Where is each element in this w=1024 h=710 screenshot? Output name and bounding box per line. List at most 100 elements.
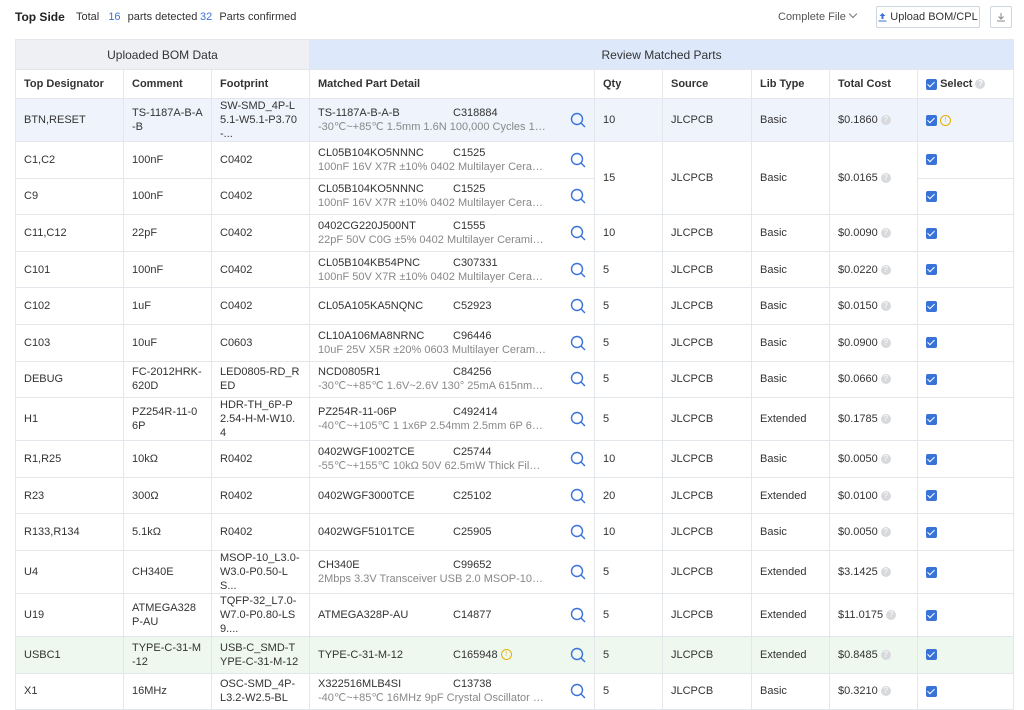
table-row: USBC1 TYPE-C-31-M-12 USB-C_SMD-TYPE-C-31-M… bbox=[15, 635, 1015, 674]
source-cell: JLCPCB bbox=[662, 360, 752, 399]
search-icon[interactable] bbox=[570, 524, 586, 540]
source-cell: JLCPCB bbox=[662, 98, 752, 142]
row-checkbox[interactable] bbox=[926, 373, 937, 385]
search-icon[interactable] bbox=[570, 647, 586, 663]
row-checkbox[interactable] bbox=[926, 685, 937, 697]
source-cell: JLCPCB bbox=[662, 549, 752, 594]
lcsc-code: C318884 bbox=[453, 107, 498, 119]
search-icon[interactable] bbox=[570, 411, 586, 427]
select-all-checkbox[interactable] bbox=[926, 78, 937, 90]
libtype-cell: Extended bbox=[751, 397, 830, 442]
libtype-cell: Basic bbox=[751, 214, 830, 252]
matched-part-cell: ATMEGA328P-AU C14877 bbox=[309, 592, 595, 637]
row-checkbox[interactable] bbox=[926, 190, 937, 202]
cost-value: $0.0660 bbox=[838, 373, 878, 386]
row-checkbox[interactable] bbox=[926, 649, 937, 661]
select-cell bbox=[916, 549, 1015, 594]
search-icon[interactable] bbox=[570, 112, 586, 128]
col-select: Select? bbox=[916, 69, 1015, 99]
comment-cell: 300Ω bbox=[123, 476, 212, 515]
matched-part-cell: CL05B104KO5NNNC C1525 100nF 16V X7R ±10% 0… bbox=[309, 141, 595, 179]
cost-value: $3.1425 bbox=[838, 565, 878, 578]
part-number: CL05B104KO5NNNC bbox=[318, 146, 424, 159]
search-icon[interactable] bbox=[570, 335, 586, 351]
libtype-cell: Basic bbox=[751, 140, 830, 216]
footprint-cell: TQFP-32_L7.0-W7.0-P0.80-LS9.... bbox=[211, 592, 310, 637]
part-number: CL05B104KO5NNNC bbox=[318, 183, 424, 196]
part-description: -30℃~+85℃ 1.5mm 1.6N 100,000 Cycles 12V … bbox=[318, 121, 546, 133]
part-number: CL10A106MA8NRNC bbox=[318, 329, 425, 342]
select-cell bbox=[916, 141, 1015, 179]
part-number: 0402WGF3000TCE bbox=[318, 489, 415, 502]
comment-cell: 1uF bbox=[123, 287, 212, 325]
search-icon[interactable] bbox=[570, 371, 586, 387]
lcsc-code: C25905 bbox=[453, 526, 492, 539]
search-icon[interactable] bbox=[570, 451, 586, 467]
search-icon[interactable] bbox=[570, 152, 586, 168]
search-icon[interactable] bbox=[570, 298, 586, 314]
cost-cell: $11.0175? bbox=[829, 592, 918, 637]
row-checkbox[interactable] bbox=[926, 453, 937, 465]
upload-label: Upload BOM/CPL bbox=[890, 11, 978, 23]
download-button[interactable] bbox=[990, 6, 1012, 28]
source-cell: JLCPCB bbox=[662, 140, 752, 216]
col-matched: Matched Part Detail bbox=[309, 69, 595, 99]
search-icon[interactable] bbox=[570, 262, 586, 278]
source-cell: JLCPCB bbox=[662, 513, 752, 551]
select-cell bbox=[916, 250, 1015, 289]
part-description: 100nF 50V X7R ±10% 0402 Multilayer Ceram… bbox=[318, 270, 546, 283]
comment-cell: TS-1187A-B-A-B bbox=[123, 98, 212, 142]
lcsc-code: C1525 bbox=[453, 146, 486, 159]
search-icon[interactable] bbox=[570, 564, 586, 580]
row-checkbox[interactable] bbox=[926, 264, 937, 276]
search-icon[interactable] bbox=[570, 488, 586, 504]
help-icon: ? bbox=[880, 301, 891, 312]
row-checkbox[interactable] bbox=[926, 300, 937, 312]
row-checkbox[interactable] bbox=[926, 154, 937, 166]
cost-value: $0.0165 bbox=[838, 172, 878, 185]
upload-bom-cpl-button[interactable]: Upload BOM/CPL bbox=[876, 6, 980, 28]
designator-cell: R23 bbox=[15, 476, 124, 515]
search-icon[interactable] bbox=[570, 607, 586, 623]
search-icon[interactable] bbox=[570, 188, 586, 204]
complete-file-dropdown[interactable]: Complete File bbox=[778, 9, 858, 23]
qty-cell: 10 bbox=[594, 440, 663, 478]
qty-cell: 10 bbox=[594, 98, 663, 142]
row-checkbox[interactable] bbox=[926, 114, 937, 126]
complete-file-label: Complete File bbox=[778, 11, 846, 23]
libtype-cell: Extended bbox=[751, 549, 830, 594]
col-libtype: Lib Type bbox=[751, 69, 830, 99]
total-label: Total bbox=[76, 11, 100, 23]
help-icon: ? bbox=[975, 79, 986, 90]
row-checkbox[interactable] bbox=[926, 227, 937, 239]
search-icon[interactable] bbox=[570, 225, 586, 241]
footprint-cell: SW-SMD_4P-L5.1-W5.1-P3.70-... bbox=[211, 98, 310, 142]
designator-cell: USBC1 bbox=[15, 635, 124, 674]
source-cell: JLCPCB bbox=[662, 287, 752, 325]
matched-part-cell: CL05B104KO5NNNC C1525 100nF 16V X7R ±10% 0… bbox=[309, 177, 595, 216]
footprint-cell: HDR-TH_6P-P2.54-H-M-W10.4 bbox=[211, 397, 310, 442]
row-checkbox[interactable] bbox=[926, 566, 937, 578]
row-checkbox[interactable] bbox=[926, 609, 937, 621]
designator-cell: DEBUG bbox=[15, 360, 124, 399]
warning-icon: ! bbox=[500, 649, 512, 661]
cost-value: $0.3210 bbox=[838, 685, 878, 698]
cost-cell: $0.0900? bbox=[829, 323, 918, 362]
lcsc-code: C25102 bbox=[453, 489, 492, 502]
comment-cell: 16MHz bbox=[123, 672, 212, 710]
qty-cell: 5 bbox=[594, 250, 663, 289]
detected-count: 16 bbox=[108, 11, 121, 23]
row-checkbox[interactable] bbox=[926, 337, 937, 349]
row-checkbox[interactable] bbox=[926, 413, 937, 425]
libtype-cell: Basic bbox=[751, 323, 830, 362]
libtype-cell: Extended bbox=[751, 476, 830, 515]
row-checkbox[interactable] bbox=[926, 490, 937, 502]
upload-icon bbox=[878, 13, 887, 22]
matched-part-cell: PZ254R-11-06P C492414 -40℃~+105℃ 1 1x6P 2.… bbox=[309, 397, 595, 442]
qty-cell: 20 bbox=[594, 476, 663, 515]
select-cell bbox=[916, 476, 1015, 515]
footprint-cell: USB-C_SMD-TYPE-C-31-M-12 bbox=[211, 635, 310, 674]
row-checkbox[interactable] bbox=[926, 526, 937, 538]
source-cell: JLCPCB bbox=[662, 592, 752, 637]
search-icon[interactable] bbox=[570, 683, 586, 699]
